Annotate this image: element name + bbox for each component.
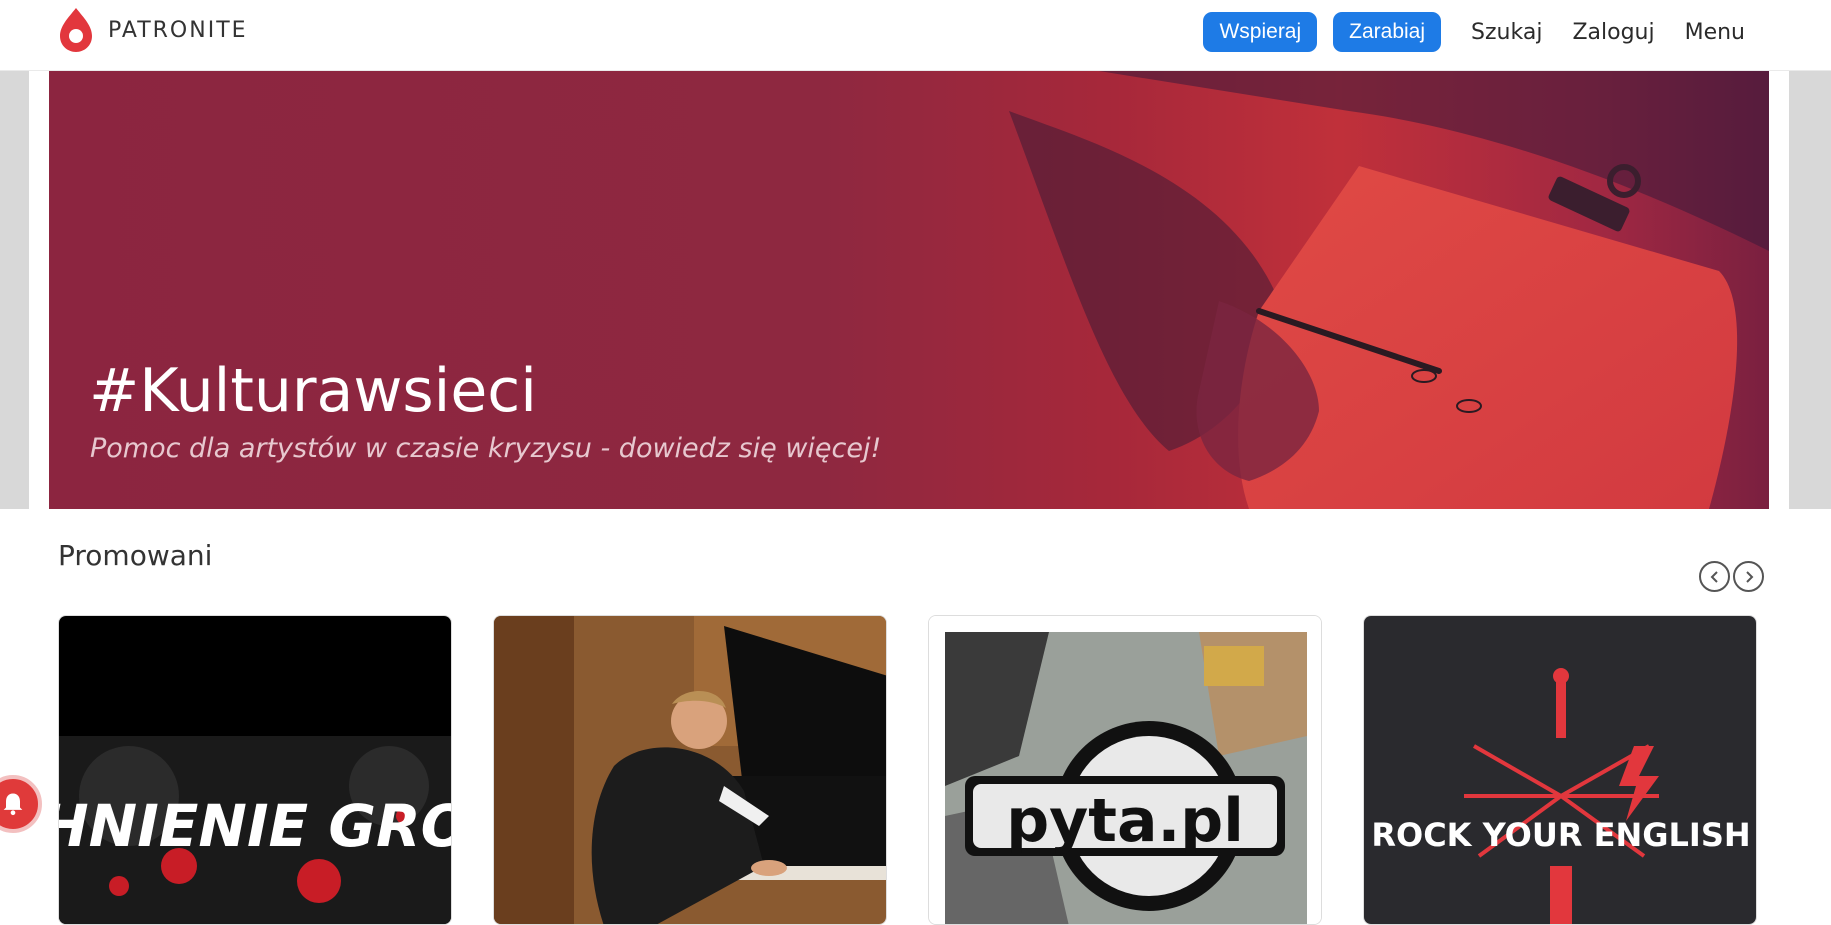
card-image: TCHNIENIE GROZY	[59, 616, 452, 924]
earn-button[interactable]: Zarabiaj	[1333, 12, 1442, 52]
patronite-logo-icon	[60, 8, 92, 52]
carousel-prev-button[interactable]	[1699, 561, 1730, 592]
promoted-card-rock-your-english[interactable]: ROCK YOUR ENGLISH	[1363, 615, 1757, 925]
card-image: ROCK YOUR ENGLISH	[1364, 616, 1756, 924]
card-logo-text: ROCK YOUR ENGLISH	[1371, 816, 1750, 854]
chevron-right-icon	[1745, 570, 1753, 583]
card-image	[494, 616, 886, 924]
hero-subtitle[interactable]: Pomoc dla artystów w czasie kryzysu - do…	[90, 433, 881, 464]
bell-icon	[3, 793, 23, 816]
card-logo-text: TCHNIENIE GROZY	[59, 792, 452, 860]
chevron-left-icon	[1710, 570, 1718, 583]
notification-bell-button[interactable]	[0, 775, 42, 833]
logo-text: PATRONITE	[108, 17, 248, 43]
promoted-section-title: Promowani	[58, 539, 213, 572]
top-header: PATRONITE Wspieraj Zarabiaj Szukaj Zalog…	[0, 0, 1831, 71]
promoted-card-pyta-pl[interactable]: pyta.pl	[928, 615, 1322, 925]
login-link[interactable]: Zaloguj	[1572, 20, 1654, 45]
promoted-card-tchnienie-grozy[interactable]: TCHNIENIE GROZY	[58, 615, 452, 925]
menu-link[interactable]: Menu	[1685, 20, 1745, 45]
card-image: pyta.pl	[929, 616, 1321, 924]
patronite-logo[interactable]: PATRONITE	[56, 6, 248, 54]
search-link[interactable]: Szukaj	[1471, 20, 1542, 45]
hero-title: #Kulturawsieci	[89, 356, 537, 426]
hero-banner[interactable]: #Kulturawsieci Pomoc dla artystów w czas…	[49, 71, 1769, 509]
card-logo-text: pyta.pl	[1006, 786, 1244, 856]
support-button[interactable]: Wspieraj	[1203, 12, 1318, 52]
promoted-card-pianist[interactable]	[493, 615, 887, 925]
main-nav: Wspieraj Zarabiaj Szukaj Zaloguj Menu	[1187, 12, 1745, 52]
carousel-next-button[interactable]	[1733, 561, 1764, 592]
carousel-controls	[1699, 561, 1767, 592]
